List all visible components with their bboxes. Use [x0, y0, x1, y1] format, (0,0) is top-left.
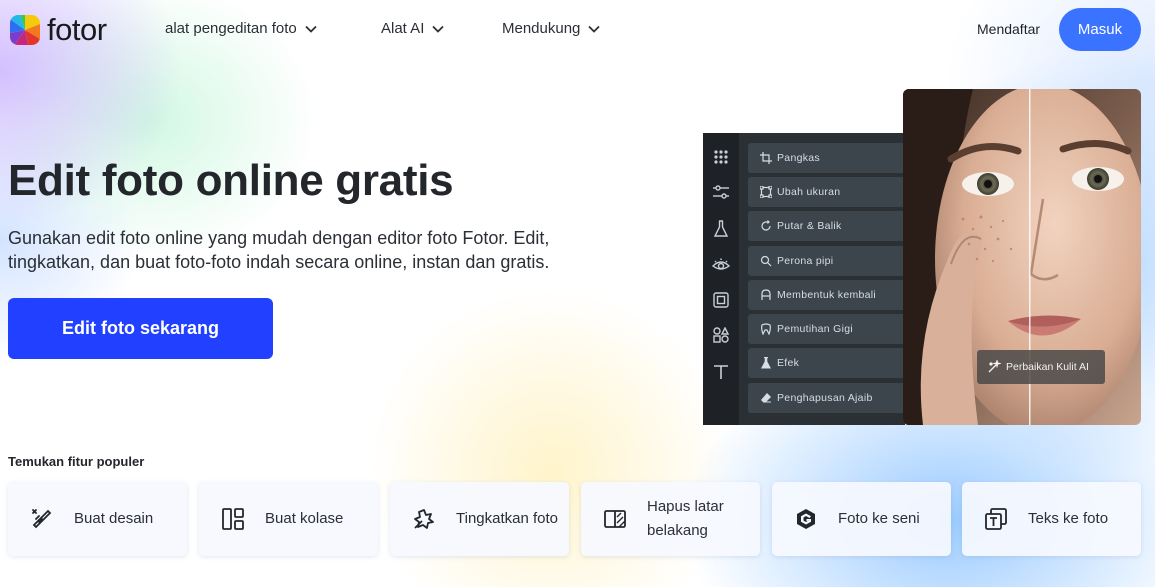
nav-photo-editing-tools[interactable]: alat pengeditan foto [165, 20, 317, 37]
badge-label: Perbaikan Kulit AI [1006, 361, 1089, 373]
feature-card-label: Buat desain [74, 510, 154, 527]
eraser-icon [761, 393, 771, 403]
collage-icon [222, 508, 244, 530]
tool-label: Penghapusan Ajaib [777, 392, 873, 404]
chevron-down-icon [305, 25, 317, 33]
remove-bg-icon [604, 510, 626, 528]
tool-label: Putar & Balik [777, 220, 842, 232]
feature-card-photo-to-art[interactable]: Foto ke seni [772, 482, 951, 556]
grid-dots-icon [711, 147, 731, 167]
ai-skin-retouch-badge: Perbaikan Kulit AI [977, 350, 1105, 384]
blush-icon [760, 255, 772, 267]
feature-card-label: Foto ke seni [838, 510, 920, 527]
tool-blush: Perona pipi [748, 246, 905, 276]
feature-card-text-to-photo[interactable]: Teks ke foto [962, 482, 1141, 556]
feature-card-label: Buat kolase [265, 510, 344, 527]
tool-label: Perona pipi [777, 255, 834, 267]
tool-label: Membentuk kembali [777, 289, 877, 301]
hero-description: Gunakan edit foto online yang mudah deng… [8, 228, 550, 272]
logo-text: fotor [47, 12, 107, 47]
chevron-down-icon [588, 25, 601, 33]
resize-icon [760, 186, 772, 198]
text-icon [711, 362, 731, 382]
edit-photo-now-button[interactable]: Edit foto sekarang [8, 298, 273, 359]
nav-label: Alat AI [381, 20, 425, 37]
tool-magic-eraser: Penghapusan Ajaib [748, 383, 905, 413]
signup-link[interactable]: Mendaftar [977, 21, 1040, 37]
tool-label: Pangkas [777, 152, 820, 164]
feature-card-label: Teks ke foto [1028, 510, 1109, 527]
fotor-logo-icon [10, 15, 40, 45]
chevron-down-icon [432, 25, 444, 33]
crop-icon [760, 152, 772, 164]
nav-label: Mendukung [502, 20, 581, 37]
login-button[interactable]: Masuk [1059, 8, 1141, 51]
tool-resize: Ubah ukuran [748, 177, 905, 207]
nav-ai-tools[interactable]: Alat AI [381, 20, 444, 37]
photo-to-art-icon [797, 509, 815, 529]
teeth-icon [761, 323, 771, 335]
magic-wand-icon [988, 360, 1001, 373]
tool-label: Pemutihan Gigi [777, 323, 853, 335]
feature-card-remove-background[interactable]: Hapus latar belakang [581, 482, 760, 556]
tool-crop: Pangkas [748, 143, 905, 173]
nav-support[interactable]: Mendukung [502, 20, 601, 37]
flask-icon [711, 219, 731, 239]
tool-rotate-flip: Putar & Balik [748, 211, 905, 241]
tool-label: Efek [777, 357, 800, 369]
frame-icon [711, 290, 731, 310]
tool-label: Ubah ukuran [777, 186, 841, 198]
enhance-icon [414, 509, 434, 529]
popular-features-title: Temukan fitur populer [8, 454, 145, 469]
reshape-icon [761, 289, 771, 300]
text-to-photo-icon [985, 508, 1007, 530]
hero-title: Edit foto online gratis [8, 156, 454, 205]
sliders-icon [711, 182, 731, 202]
feature-card-label: Hapus latar belakang [647, 498, 724, 539]
feature-card-enhance-photo[interactable]: Tingkatkan foto [390, 482, 569, 556]
tool-reshape: Membentuk kembali [748, 280, 905, 310]
editor-preview-panel: Pangkas Ubah ukuran Putar & Balik Perona… [703, 133, 905, 425]
elements-icon [711, 325, 731, 345]
rotate-icon [761, 220, 771, 231]
editor-icon-rail [703, 133, 739, 425]
fotor-logo[interactable]: fotor [10, 13, 107, 47]
tool-teeth-whitening: Pemutihan Gigi [748, 314, 905, 344]
feature-card-create-design[interactable]: Buat desain [8, 482, 187, 556]
design-icon [32, 509, 52, 529]
eye-icon [711, 255, 731, 275]
flask-icon [761, 357, 771, 369]
nav-label: alat pengeditan foto [165, 20, 297, 37]
tool-effects: Efek [748, 348, 905, 378]
feature-card-create-collage[interactable]: Buat kolase [199, 482, 378, 556]
feature-card-label: Tingkatkan foto [456, 510, 559, 527]
